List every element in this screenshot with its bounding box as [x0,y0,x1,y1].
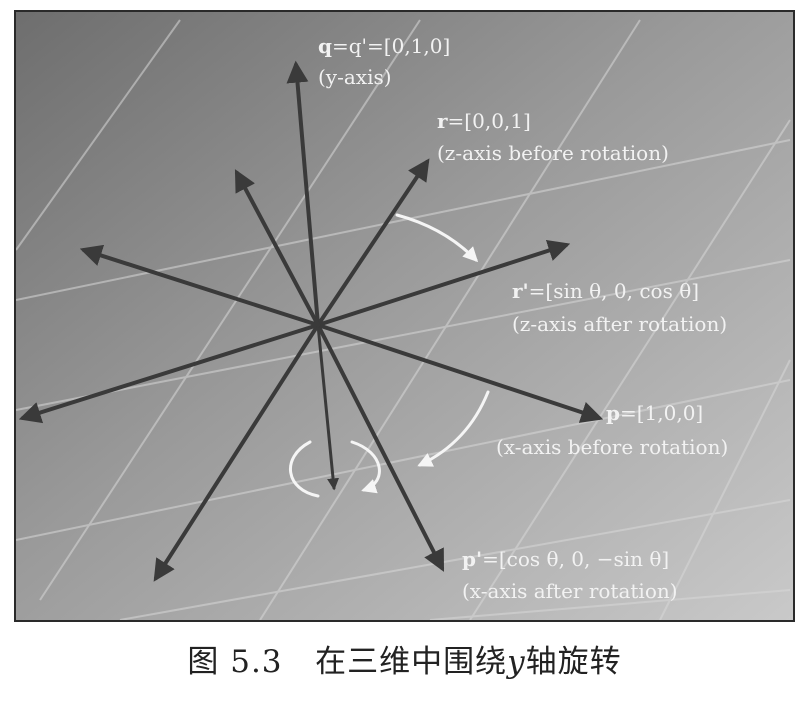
r-axis-caption: (z-axis before rotation) [437,141,669,165]
caption-text-after: 轴旋转 [525,644,622,680]
figure-frame: q=q'=[0,1,0] (y-axis) r=[0,0,1] (z-axis … [14,10,795,622]
r-vector-label: r=[0,0,1] [437,109,531,133]
p-vector-label: p=[1,0,0] [606,401,703,425]
q-axis-caption: (y-axis) [318,65,392,89]
p-prime-axis-caption: (x-axis after rotation) [462,579,678,603]
r-prime-axis-caption: (z-axis after rotation) [512,312,727,336]
rotation-diagram: q=q'=[0,1,0] (y-axis) r=[0,0,1] (z-axis … [16,12,793,620]
r-prime-vector-label: r'=[sin θ, 0, cos θ] [512,279,699,303]
p-prime-vector-label: p'=[cos θ, 0, −sin θ] [462,547,669,571]
caption-axis-letter: y [507,644,526,680]
q-vector-label: q=q'=[0,1,0] [318,34,450,58]
figure-number: 图 5.3 [187,644,283,680]
caption-text-before: 在三维中围绕 [315,644,508,680]
p-axis-caption: (x-axis before rotation) [496,435,728,459]
figure-caption: 图 5.3 在三维中围绕y轴旋转 [0,636,809,681]
